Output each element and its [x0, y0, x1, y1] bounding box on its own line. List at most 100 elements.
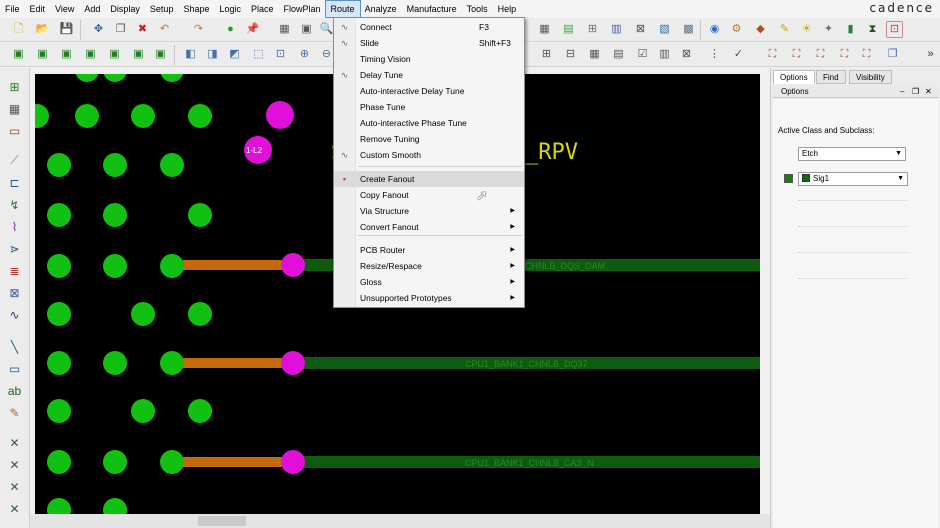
layer-top-icon[interactable]: ▣	[10, 46, 27, 63]
hourglass-icon[interactable]: ⧗	[864, 21, 881, 38]
display-icon[interactable]: ▥	[608, 21, 625, 38]
menu-item-delay-tune[interactable]: ∿ Delay Tune	[334, 67, 524, 83]
report-icon[interactable]: ▤	[610, 46, 627, 63]
undo-icon[interactable]: ↶	[156, 21, 173, 38]
flow-1-icon[interactable]: ⛶	[764, 46, 781, 63]
wand-icon[interactable]: ✦	[820, 21, 837, 38]
delete-icon[interactable]: ✖	[134, 21, 151, 38]
snap-icon[interactable]: ⊞	[538, 46, 555, 63]
via-icon[interactable]: ⊠	[6, 284, 23, 301]
menu-item-gloss[interactable]: Gloss ▶	[334, 274, 524, 290]
cross-1-icon[interactable]: ✕	[6, 434, 23, 451]
measure-icon[interactable]: ⚙	[728, 21, 745, 38]
text-icon[interactable]: ab	[6, 382, 23, 399]
ratsnest-icon[interactable]: ⊠	[632, 21, 649, 38]
menu-item-connect[interactable]: ∿ Connect F3	[334, 19, 524, 35]
menu-shape[interactable]: Shape	[178, 1, 214, 17]
menu-item-via-structure[interactable]: Via Structure ▶	[334, 203, 524, 219]
layer-bottom-icon[interactable]: ▣	[152, 46, 169, 63]
slide-tool-icon[interactable]: ↯	[6, 196, 23, 213]
cross-4-icon[interactable]: ✕	[6, 500, 23, 517]
restore-icon[interactable]: ❐	[912, 85, 919, 98]
table-icon[interactable]: ▩	[680, 21, 697, 38]
menu-help[interactable]: Help	[493, 1, 522, 17]
copy-icon[interactable]: ❐	[112, 21, 129, 38]
tab-options[interactable]: Options	[773, 70, 815, 84]
menu-item-resize-respace[interactable]: Resize/Respace ▶	[334, 258, 524, 274]
layout-icon[interactable]: ▦	[6, 100, 23, 117]
window-icon[interactable]: ▣	[298, 21, 315, 38]
add-connect-icon[interactable]: ⊞	[6, 78, 23, 95]
menu-item-slide[interactable]: ∿ Slide Shift+F3	[334, 35, 524, 51]
move-icon[interactable]: ✥	[90, 21, 107, 38]
db-icon[interactable]: ▥	[656, 46, 673, 63]
layer-6-icon[interactable]: ▣	[130, 46, 147, 63]
class-dropdown[interactable]: Etch ▼	[798, 147, 906, 161]
horizontal-scrollbar[interactable]	[30, 514, 770, 528]
scrollbar-thumb[interactable]	[198, 516, 246, 526]
menu-item-create-fanout[interactable]: ▪ Create Fanout	[334, 171, 524, 187]
menu-edit[interactable]: Edit	[25, 1, 51, 17]
shape-icon[interactable]: ▧	[656, 21, 673, 38]
menu-item-timing-vision[interactable]: Timing Vision	[334, 51, 524, 67]
delay-icon[interactable]: ⌇	[6, 218, 23, 235]
menu-flowplan[interactable]: FlowPlan	[279, 1, 326, 17]
menu-item-remove-tuning[interactable]: Remove Tuning	[334, 131, 524, 147]
flow-5-icon[interactable]: ⛶	[858, 46, 875, 63]
pick-icon[interactable]: ●	[222, 21, 239, 38]
redo-icon[interactable]: ↷	[190, 21, 207, 38]
rectangle-icon[interactable]: ▭	[6, 360, 23, 377]
menu-item-unsupported-prototypes[interactable]: Unsupported Prototypes ▶	[334, 290, 524, 306]
route-icon[interactable]: ⟋	[6, 152, 23, 169]
close-icon[interactable]: ✕	[925, 85, 932, 98]
menu-file[interactable]: File	[0, 1, 25, 17]
menu-item-pcb-router[interactable]: PCB Router ▶	[334, 242, 524, 258]
layer-3-icon[interactable]: ▣	[58, 46, 75, 63]
sun-icon[interactable]: ☀	[798, 21, 815, 38]
layer-4-icon[interactable]: ▣	[82, 46, 99, 63]
menu-item-convert-fanout[interactable]: Convert Fanout ▶	[334, 219, 524, 235]
pin-icon[interactable]: 📌	[244, 21, 261, 38]
minimize-icon[interactable]: –	[900, 85, 904, 98]
menu-route[interactable]: Route	[324, 0, 361, 18]
check-icon[interactable]: ☑	[634, 46, 651, 63]
stop-icon[interactable]: ⊡	[886, 21, 903, 38]
rule-icon[interactable]: ▦	[586, 46, 603, 63]
flow-4-icon[interactable]: ⛶	[836, 46, 853, 63]
constraint-icon[interactable]: ⊟	[562, 46, 579, 63]
cross-3-icon[interactable]: ✕	[6, 478, 23, 495]
menu-item-auto-interactive-phase-tune[interactable]: Auto-interactive Phase Tune	[334, 115, 524, 131]
drc-icon[interactable]: ◆	[752, 21, 769, 38]
open-folder-icon[interactable]: 📂	[34, 21, 51, 38]
route-check-icon[interactable]: ✓	[730, 46, 747, 63]
menu-view[interactable]: View	[50, 1, 79, 17]
save-icon[interactable]: 💾	[58, 21, 75, 38]
bus-icon[interactable]: ≣	[6, 262, 23, 279]
menu-item-auto-interactive-delay-tune[interactable]: Auto-interactive Delay Tune	[334, 83, 524, 99]
grid-toggle-icon[interactable]: ⋮	[706, 46, 723, 63]
menu-manufacture[interactable]: Manufacture	[402, 1, 462, 17]
menu-tools[interactable]: Tools	[462, 1, 493, 17]
bend-icon[interactable]: ⋗	[6, 240, 23, 257]
menu-logic[interactable]: Logic	[214, 1, 246, 17]
menu-display[interactable]: Display	[105, 1, 145, 17]
flow-2-icon[interactable]: ⛶	[788, 46, 805, 63]
zoom-fit-icon[interactable]: ⊡	[272, 46, 289, 63]
menu-place[interactable]: Place	[246, 1, 279, 17]
menu-item-custom-smooth[interactable]: ∿ Custom Smooth	[334, 147, 524, 163]
new-file-icon[interactable]: 🗋	[10, 21, 27, 38]
line-icon[interactable]: ╲	[6, 338, 23, 355]
flow-3-icon[interactable]: ⛶	[812, 46, 829, 63]
color-icon[interactable]: ▤	[560, 21, 577, 38]
tab-find[interactable]: Find	[816, 70, 846, 84]
fanout-icon[interactable]: ⊏	[6, 174, 23, 191]
overflow-icon[interactable]: »	[922, 46, 939, 63]
view-bottom-icon[interactable]: ◨	[204, 46, 221, 63]
layer-5-icon[interactable]: ▣	[106, 46, 123, 63]
menu-analyze[interactable]: Analyze	[360, 1, 402, 17]
info-icon[interactable]: ◉	[706, 21, 723, 38]
cross-2-icon[interactable]: ✕	[6, 456, 23, 473]
layers-icon[interactable]: ▦	[536, 21, 553, 38]
subclass-color-swatch[interactable]	[784, 174, 793, 183]
select-icon[interactable]: ⬚	[250, 46, 267, 63]
